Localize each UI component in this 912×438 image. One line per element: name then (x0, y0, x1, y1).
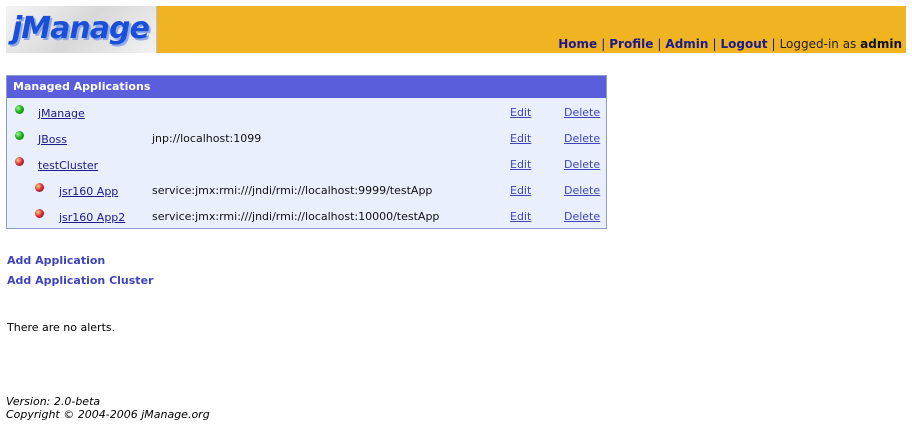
app-url: service:jmx:rmi:///jndi/rmi://localhost:… (152, 210, 440, 223)
app-url: service:jmx:rmi:///jndi/rmi://localhost:… (152, 184, 433, 197)
panel-title: Managed Applications (7, 76, 606, 98)
delete-link[interactable]: Delete (564, 132, 600, 145)
delete-link[interactable]: Delete (564, 106, 600, 119)
status-green-icon (15, 105, 24, 114)
table-row: JBoss jnp://localhost:1099 Edit Delete (7, 124, 606, 150)
delete-link[interactable]: Delete (564, 184, 600, 197)
nav-separator: | (657, 37, 662, 51)
version-text: Version: 2.0-beta (6, 395, 101, 408)
table-row: jsr160 App service:jmx:rmi:///jndi/rmi:/… (7, 176, 606, 202)
edit-link[interactable]: Edit (510, 132, 531, 145)
logo-text: jManage (12, 11, 150, 46)
alerts-message: There are no alerts. (7, 321, 116, 334)
edit-link[interactable]: Edit (510, 210, 531, 223)
status-red-icon (15, 157, 24, 166)
table-row: testCluster Edit Delete (7, 150, 606, 176)
table-row: jManage Edit Delete (7, 98, 606, 124)
nav-logout-link[interactable]: Logout (721, 37, 768, 51)
app-link-jboss[interactable]: JBoss (38, 133, 67, 146)
app-link-testcluster[interactable]: testCluster (38, 159, 98, 172)
app-link-jmanage[interactable]: jManage (38, 107, 85, 120)
nav-profile-link[interactable]: Profile (609, 37, 653, 51)
copyright-text: Copyright © 2004-2006 jManage.org (6, 408, 210, 421)
logged-in-user: admin (860, 37, 902, 51)
nav-separator: | (771, 37, 776, 51)
nav-separator: | (712, 37, 717, 51)
table-row: jsr160 App2 service:jmx:rmi:///jndi/rmi:… (7, 202, 606, 228)
nav-admin-link[interactable]: Admin (665, 37, 708, 51)
status-red-icon (35, 209, 44, 218)
logged-in-label: Logged-in as (779, 37, 857, 51)
edit-link[interactable]: Edit (510, 184, 531, 197)
delete-link[interactable]: Delete (564, 158, 600, 171)
logo: jManage (6, 6, 157, 53)
app-link-jsr160-app2[interactable]: jsr160 App2 (59, 211, 125, 224)
footer: Version: 2.0-beta Copyright © 2004-2006 … (6, 395, 210, 421)
add-application-link[interactable]: Add Application (7, 254, 105, 267)
delete-link[interactable]: Delete (564, 210, 600, 223)
status-green-icon (15, 131, 24, 140)
nav-separator: | (601, 37, 606, 51)
app-link-jsr160-app[interactable]: jsr160 App (59, 185, 118, 198)
app-url: jnp://localhost:1099 (152, 132, 262, 145)
status-red-icon (35, 183, 44, 192)
edit-link[interactable]: Edit (510, 106, 531, 119)
add-application-cluster-link[interactable]: Add Application Cluster (7, 274, 153, 287)
managed-applications-panel: Managed Applications jManage Edit Delete… (6, 75, 607, 229)
edit-link[interactable]: Edit (510, 158, 531, 171)
header-bar: jManage Home | Profile | Admin | Logout | Logged… (6, 6, 906, 53)
nav-home-link[interactable]: Home (558, 37, 597, 51)
top-navigation: Home | Profile | Admin | Logout | Logged-in as a… (558, 37, 902, 51)
